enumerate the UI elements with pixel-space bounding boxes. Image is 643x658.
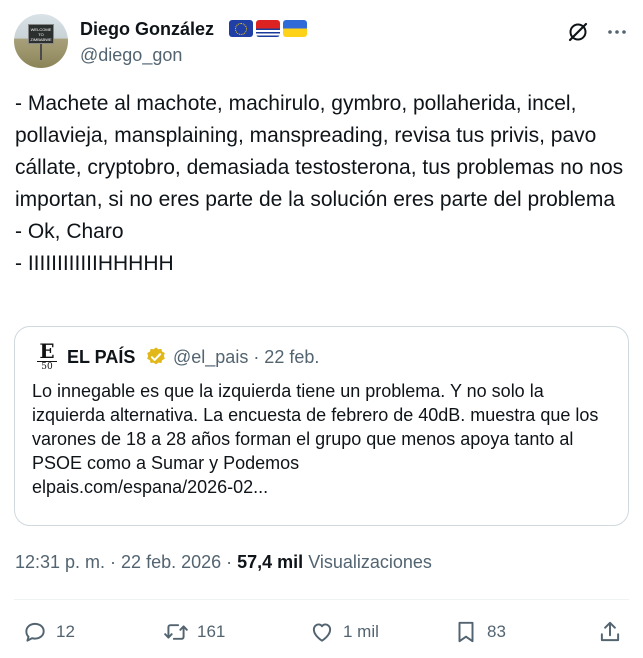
quoted-handle-date: @el_pais · 22 feb. — [173, 347, 320, 367]
verified-badge-icon — [147, 347, 165, 365]
reply-button[interactable]: 12 — [22, 618, 75, 646]
quoted-author-name: EL PAÍS — [67, 347, 136, 367]
el-pais-logo: E 50 — [37, 339, 57, 372]
kiribati-flag-icon — [256, 20, 280, 37]
tweet-text: - Machete al machote, machirulo, gymbro,… — [15, 92, 624, 275]
like-button[interactable]: 1 mil — [309, 618, 379, 646]
action-bar: 12 161 1 mil 83 — [0, 612, 643, 652]
reply-icon — [25, 622, 45, 642]
quoted-text: Lo innegable es que la izquierda tiene u… — [32, 381, 599, 497]
bookmark-count: 83 — [487, 622, 506, 641]
like-count: 1 mil — [343, 622, 379, 641]
author-name[interactable]: Diego González — [80, 19, 214, 40]
ukraine-flag-icon — [283, 20, 307, 37]
tweet-timestamp[interactable]: 12:31 p. m. · 22 feb. 2026 · — [15, 552, 237, 572]
eu-flag-icon — [229, 20, 253, 37]
logo-letter: E — [39, 339, 55, 363]
retweet-icon — [164, 624, 188, 640]
share-button[interactable] — [597, 618, 631, 646]
grok-icon[interactable] — [566, 20, 590, 44]
views-count: 57,4 mil — [237, 552, 304, 572]
retweet-button[interactable]: 161 — [163, 618, 225, 646]
tweet-meta: 12:31 p. m. · 22 feb. 2026 · 57,4 mil Vi… — [15, 552, 432, 573]
bookmark-button[interactable]: 83 — [453, 618, 506, 646]
reply-count: 12 — [56, 622, 75, 641]
retweet-count: 161 — [197, 622, 226, 641]
author-flags — [229, 20, 307, 37]
more-options-icon[interactable] — [605, 20, 629, 44]
avatar[interactable]: WELCOME TO ZIMBABWE — [14, 14, 68, 68]
avatar-sign-post — [40, 44, 42, 60]
quoted-tweet[interactable]: E 50 EL PAÍS @el_pais · 22 feb. Lo inneg… — [14, 326, 629, 526]
share-icon — [600, 621, 620, 642]
avatar-sign: WELCOME TO ZIMBABWE — [28, 24, 54, 44]
heart-icon — [312, 623, 332, 642]
author-handle[interactable]: @diego_gon — [80, 45, 182, 66]
bookmark-icon — [458, 621, 474, 643]
views-label: Visualizaciones — [303, 552, 432, 572]
divider — [14, 599, 629, 600]
